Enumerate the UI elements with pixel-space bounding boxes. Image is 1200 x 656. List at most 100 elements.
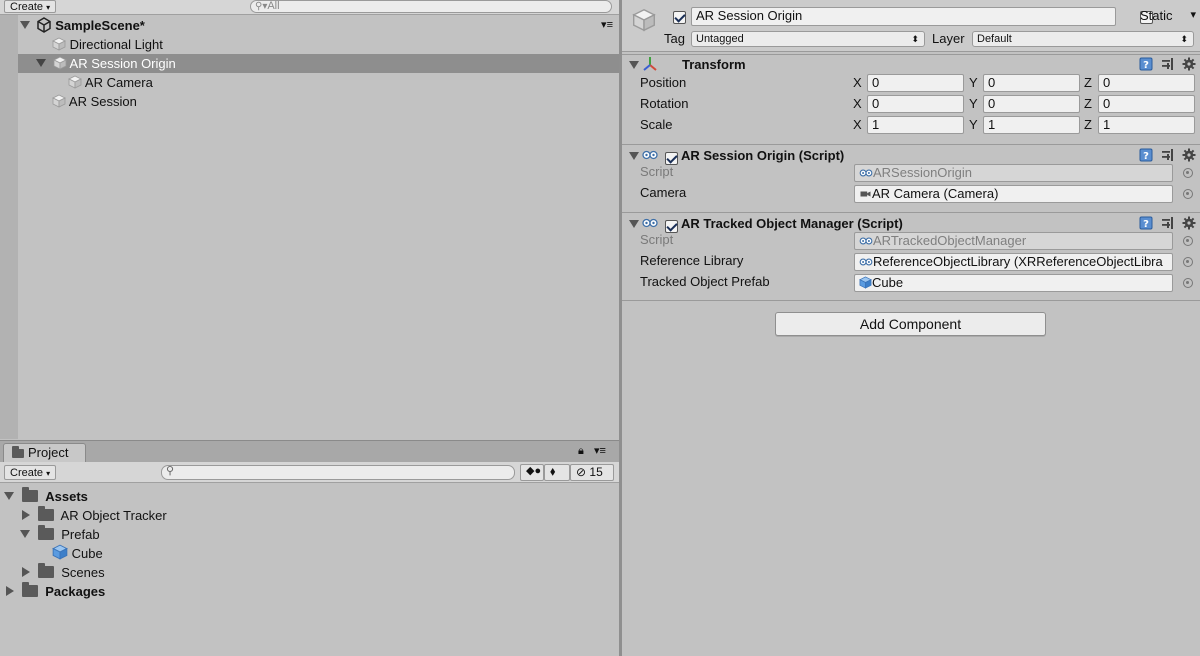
gear-icon[interactable] bbox=[1182, 57, 1196, 71]
hierarchy-item-ar-session-origin[interactable]: AR Session Origin bbox=[18, 54, 619, 73]
project-item-label: Prefab bbox=[61, 527, 100, 542]
foldout-arrow-icon[interactable] bbox=[629, 220, 639, 228]
gear-icon[interactable] bbox=[1182, 148, 1196, 162]
hierarchy-item-label: Directional Light bbox=[69, 37, 163, 52]
rotation-x-field[interactable]: 0 bbox=[867, 95, 964, 113]
axis-label-x: X bbox=[853, 117, 862, 132]
script-label: Script bbox=[640, 164, 674, 179]
help-icon[interactable] bbox=[1139, 57, 1153, 71]
script-icon bbox=[859, 236, 873, 246]
scale-y-field[interactable]: 1 bbox=[983, 116, 1080, 134]
preset-icon[interactable] bbox=[1161, 216, 1175, 230]
panel-menu-icon[interactable]: ▾≡ bbox=[594, 444, 606, 457]
expand-arrow-icon[interactable] bbox=[4, 492, 14, 500]
object-picker-icon[interactable] bbox=[1183, 257, 1193, 267]
filter-by-type-button[interactable]: ◆● bbox=[520, 464, 544, 481]
scene-menu-icon[interactable]: ▾≡ bbox=[601, 16, 613, 35]
hierarchy-item-directional-light[interactable]: Directional Light bbox=[18, 35, 619, 54]
hierarchy-gutter bbox=[0, 15, 18, 439]
ar-session-origin-component-header[interactable]: AR Session Origin (Script) bbox=[622, 144, 1200, 166]
hierarchy-item-label: AR Camera bbox=[84, 75, 153, 90]
object-name-field[interactable]: AR Session Origin bbox=[691, 7, 1116, 26]
position-z-field[interactable]: 0 bbox=[1098, 74, 1195, 92]
object-picker-icon[interactable] bbox=[1183, 189, 1193, 199]
project-search-input[interactable]: ⚲ bbox=[161, 465, 515, 480]
gameobject-cube-icon bbox=[53, 56, 67, 70]
project-item-prefab[interactable]: Prefab bbox=[20, 525, 100, 544]
search-placeholder: All bbox=[267, 0, 280, 12]
collapse-arrow-icon[interactable] bbox=[22, 510, 30, 520]
static-label: Static bbox=[1140, 8, 1173, 23]
tracked-object-prefab-field[interactable]: Cube bbox=[854, 274, 1173, 292]
hierarchy-item-ar-camera[interactable]: AR Camera bbox=[18, 73, 619, 92]
project-item-packages[interactable]: Packages bbox=[6, 582, 105, 601]
transform-component-header[interactable]: Transform bbox=[622, 54, 1200, 74]
tag-icon: ⬧ bbox=[550, 464, 556, 478]
project-item-ar-object-tracker[interactable]: AR Object Tracker bbox=[22, 506, 167, 525]
project-create-button[interactable]: Create ▾ bbox=[4, 465, 57, 480]
active-checkbox[interactable] bbox=[673, 11, 686, 24]
collapse-arrow-icon[interactable] bbox=[6, 586, 14, 596]
rotation-z-field[interactable]: 0 bbox=[1098, 95, 1195, 113]
camera-icon bbox=[859, 189, 872, 199]
position-x-field[interactable]: 0 bbox=[867, 74, 964, 92]
layer-label: Layer bbox=[932, 31, 965, 46]
project-item-cube[interactable]: Cube bbox=[52, 544, 103, 563]
inspector-header: AR Session Origin Static ▾ Tag Untagged ⬍… bbox=[622, 0, 1200, 52]
scene-row[interactable]: SampleScene* ▾≡ bbox=[18, 16, 619, 35]
folder-icon bbox=[37, 525, 54, 540]
script-field: ARSessionOrigin bbox=[854, 164, 1173, 182]
preset-icon[interactable] bbox=[1161, 57, 1175, 71]
filter-by-label-button[interactable]: ⬧ bbox=[544, 464, 570, 481]
camera-label: Camera bbox=[640, 185, 687, 200]
script-field: ARTrackedObjectManager bbox=[854, 232, 1173, 250]
row-label: Rotation bbox=[640, 96, 689, 111]
collapse-arrow-icon[interactable] bbox=[22, 567, 30, 577]
project-item-assets[interactable]: Assets bbox=[4, 487, 88, 506]
scale-x-field[interactable]: 1 bbox=[867, 116, 964, 134]
project-item-label: Packages bbox=[45, 584, 106, 599]
foldout-arrow-icon[interactable] bbox=[629, 152, 639, 160]
updown-arrow-icon: ⬍ bbox=[911, 34, 919, 44]
scale-z-field[interactable]: 1 bbox=[1098, 116, 1195, 134]
folder-icon bbox=[12, 446, 24, 458]
lock-icon[interactable]: 🔒︎ bbox=[578, 445, 584, 458]
expand-arrow-icon[interactable] bbox=[20, 530, 30, 538]
create-label: Create bbox=[10, 467, 44, 479]
gameobject-cube-icon bbox=[68, 75, 82, 89]
reference-library-field[interactable]: ReferenceObjectLibrary (XRReferenceObjec… bbox=[854, 253, 1173, 271]
expand-arrow-icon[interactable] bbox=[36, 59, 46, 67]
gear-icon[interactable] bbox=[1182, 216, 1196, 230]
ar-tracked-object-manager-component-header[interactable]: AR Tracked Object Manager (Script) bbox=[622, 212, 1200, 234]
add-component-button[interactable]: Add Component bbox=[775, 312, 1046, 336]
project-item-label: AR Object Tracker bbox=[60, 508, 167, 523]
expand-arrow-icon[interactable] bbox=[20, 21, 30, 29]
tab-project[interactable]: Project bbox=[3, 443, 86, 462]
hierarchy-item-ar-session[interactable]: AR Session bbox=[18, 92, 619, 111]
foldout-arrow-icon[interactable] bbox=[629, 61, 639, 69]
preset-icon[interactable] bbox=[1161, 148, 1175, 162]
help-icon[interactable] bbox=[1139, 216, 1153, 230]
hierarchy-create-button[interactable]: Create ▾ bbox=[4, 0, 57, 13]
folder-icon bbox=[21, 582, 38, 597]
project-item-label: Cube bbox=[71, 546, 103, 561]
tag-dropdown[interactable]: Untagged ⬍ bbox=[691, 31, 925, 47]
hierarchy-search-input[interactable]: ⚲▾All bbox=[250, 0, 612, 13]
hidden-packages-button[interactable]: ⊘ 15 bbox=[570, 464, 614, 481]
create-label: Create bbox=[10, 1, 44, 13]
axis-label-y: Y bbox=[969, 96, 978, 111]
shapes-icon: ◆● bbox=[526, 465, 542, 477]
camera-value: AR Camera (Camera) bbox=[872, 186, 999, 201]
layer-dropdown[interactable]: Default ⬍ bbox=[972, 31, 1194, 47]
axis-label-z: Z bbox=[1084, 75, 1092, 90]
camera-field[interactable]: AR Camera (Camera) bbox=[854, 185, 1173, 203]
project-item-scenes[interactable]: Scenes bbox=[22, 563, 105, 582]
object-picker-icon[interactable] bbox=[1183, 278, 1193, 288]
rotation-y-field[interactable]: 0 bbox=[983, 95, 1080, 113]
script-value: ARTrackedObjectManager bbox=[873, 233, 1027, 248]
position-y-field[interactable]: 0 bbox=[983, 74, 1080, 92]
script-icon bbox=[642, 217, 658, 229]
reference-library-value: ReferenceObjectLibrary (XRReferenceObjec… bbox=[873, 254, 1163, 269]
help-icon[interactable] bbox=[1139, 148, 1153, 162]
static-dropdown-icon[interactable]: ▾ bbox=[1190, 8, 1196, 21]
